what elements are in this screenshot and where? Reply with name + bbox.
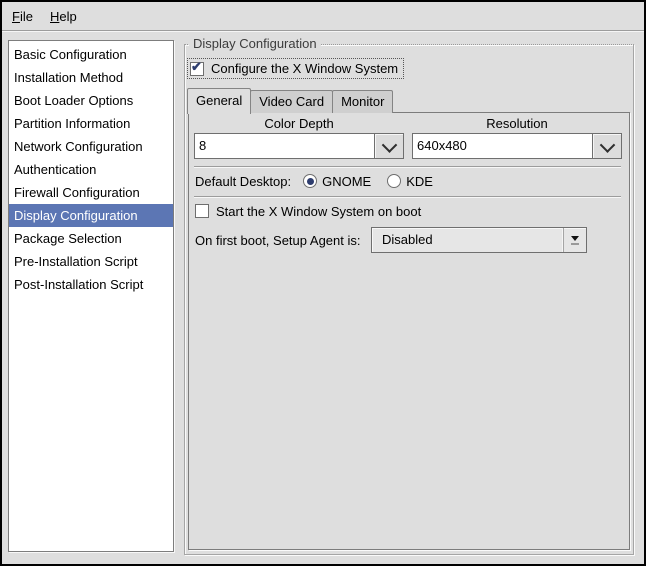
default-desktop-row: Default Desktop: GNOME KDE — [195, 171, 433, 191]
menubar: File Help — [2, 2, 644, 31]
combo-row: 8 640x480 — [194, 133, 622, 159]
kickstart-configurator-window: File Help Basic Configuration Installati… — [0, 0, 646, 566]
chevron-down-icon — [381, 136, 397, 153]
combo-labels-row: Color Depth Resolution — [194, 116, 622, 131]
display-tabs: General Video Card Monitor — [187, 88, 394, 114]
radio-circle — [303, 174, 318, 188]
setup-agent-dropdown[interactable]: Disabled — [371, 227, 587, 253]
start-x-label: Start the X Window System on boot — [216, 203, 422, 219]
radio-dot-icon — [306, 177, 314, 185]
resolution-input[interactable]: 640x480 — [412, 133, 593, 159]
section-list: Basic Configuration Installation Method … — [8, 40, 174, 552]
radio-circle — [387, 174, 402, 188]
radio-kde[interactable]: KDE — [387, 174, 433, 189]
sidebar-item-network-configuration[interactable]: Network Configuration — [9, 135, 173, 158]
frame-title: Display Configuration — [189, 36, 321, 51]
sidebar-item-display-configuration[interactable]: Display Configuration — [9, 204, 173, 227]
chevron-down-icon — [599, 136, 615, 153]
general-tab-page: Color Depth Resolution 8 640x480 Default… — [188, 112, 630, 550]
color-depth-combo: 8 — [194, 133, 404, 159]
checkmark-icon: ✔ — [191, 58, 202, 74]
sidebar-item-authentication[interactable]: Authentication — [9, 158, 173, 181]
sidebar-item-partition-information[interactable]: Partition Information — [9, 112, 173, 135]
sidebar-item-installation-method[interactable]: Installation Method — [9, 66, 173, 89]
setup-agent-row: On first boot, Setup Agent is: Disabled — [195, 227, 587, 254]
menu-file-label: ile — [19, 9, 33, 24]
arrow-bar-icon — [571, 242, 579, 245]
default-desktop-label: Default Desktop: — [195, 173, 292, 189]
sidebar-item-firewall-configuration[interactable]: Firewall Configuration — [9, 181, 173, 204]
menu-help-label: elp — [59, 9, 77, 24]
radio-kde-label: KDE — [406, 173, 433, 189]
menu-help-mnemonic: H — [50, 9, 60, 24]
menu-file[interactable]: File — [8, 8, 37, 25]
sidebar-item-boot-loader-options[interactable]: Boot Loader Options — [9, 89, 173, 112]
color-depth-input[interactable]: 8 — [194, 133, 375, 159]
sidebar-item-post-installation-script[interactable]: Post-Installation Script — [9, 273, 173, 296]
resolution-label: Resolution — [486, 116, 548, 131]
sidebar-item-package-selection[interactable]: Package Selection — [9, 227, 173, 250]
color-depth-label: Color Depth — [264, 116, 334, 131]
setup-agent-value: Disabled — [382, 232, 433, 247]
option-menu-arrow — [563, 228, 586, 252]
tab-general[interactable]: General — [187, 88, 252, 114]
resolution-combo: 640x480 — [412, 133, 622, 159]
color-depth-dropdown-button[interactable] — [374, 133, 404, 159]
desktop-radio-group: GNOME KDE — [303, 174, 433, 189]
sidebar-item-pre-installation-script[interactable]: Pre-Installation Script — [9, 250, 173, 273]
radio-gnome[interactable]: GNOME — [303, 174, 371, 189]
display-configuration-frame: Display Configuration ✔ Configure the X … — [184, 36, 634, 555]
menu-help[interactable]: Help — [46, 8, 81, 25]
arrow-down-icon — [571, 235, 579, 241]
tab-video-card[interactable]: Video Card — [250, 90, 334, 113]
checkbox-box: ✔ — [190, 58, 204, 76]
menu-file-mnemonic: F — [12, 9, 20, 24]
separator — [194, 196, 621, 197]
separator — [194, 166, 621, 167]
configure-x-checkbox[interactable]: ✔ Configure the X Window System — [187, 58, 405, 79]
setup-agent-label: On first boot, Setup Agent is: — [195, 233, 361, 248]
sidebar-item-basic-configuration[interactable]: Basic Configuration — [9, 43, 173, 66]
configure-x-label: Configure the X Window System — [211, 61, 399, 76]
tab-monitor[interactable]: Monitor — [332, 90, 394, 113]
radio-gnome-label: GNOME — [322, 173, 372, 189]
start-x-checkbox[interactable]: ✔ Start the X Window System on boot — [195, 202, 421, 220]
checkbox-box: ✔ — [195, 204, 209, 218]
resolution-dropdown-button[interactable] — [592, 133, 622, 159]
